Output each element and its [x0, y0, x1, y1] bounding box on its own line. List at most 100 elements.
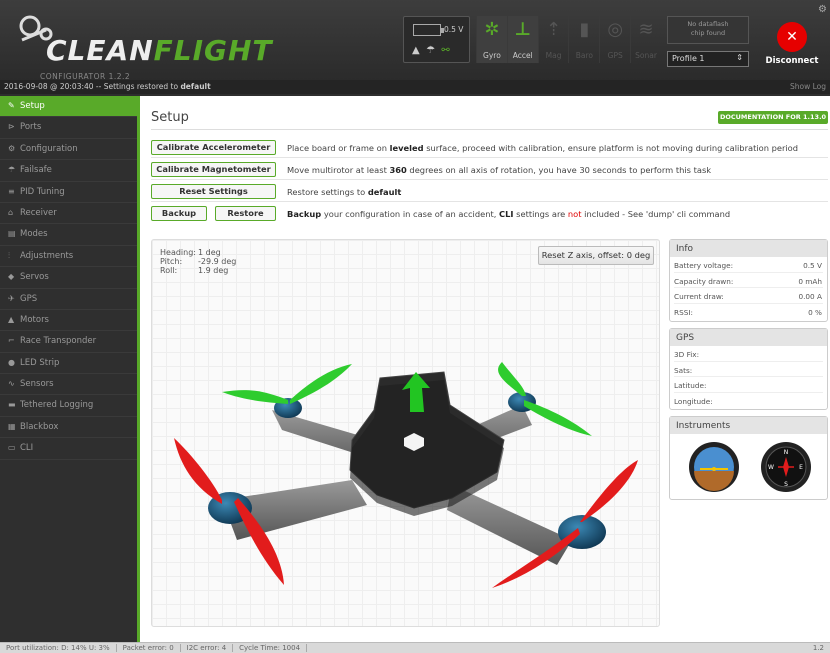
- prop-rear-right: [580, 460, 638, 522]
- baro-icon: ▮: [579, 19, 590, 40]
- blackbox-icon: ▦: [8, 421, 16, 431]
- sensor-baro: ▮ Baro: [568, 16, 599, 63]
- info-title: Info: [670, 240, 827, 257]
- sidebar-item-sensors[interactable]: ∿ Sensors: [0, 374, 137, 396]
- gps-panel: GPS 3D Fix: Sats: Latitude: Longitude:: [669, 328, 828, 410]
- battery-status: 0.5 V ▲ ☂ ⚯: [403, 16, 470, 63]
- sensor-gyro: ✲ Gyro: [476, 16, 507, 63]
- attitude-indicator-icon: [689, 442, 739, 492]
- sensor-accel: ⊥ Accel: [506, 16, 538, 63]
- profile-select[interactable]: Profile 1 ⇕: [667, 51, 749, 67]
- battery-icon: [413, 24, 444, 36]
- log-bar: 2016-09-08 @ 20:03:40 -- Settings restor…: [0, 80, 830, 94]
- info-panel: Info Battery voltage: 0.5 V Capacity draw…: [669, 239, 828, 322]
- show-log-link[interactable]: Show Log: [790, 82, 826, 91]
- cycle-time: Cycle Time: 1004: [239, 644, 301, 652]
- servo-icon: ◆: [8, 272, 15, 282]
- reset-settings-button[interactable]: Reset Settings: [151, 184, 276, 199]
- calibrate-accelerometer-help: Place board or frame on leveled surface,…: [287, 143, 799, 153]
- i2c-error: I2C error: 4: [186, 644, 227, 652]
- prop-rear-left: [174, 438, 222, 504]
- info-row: Capacity drawn: 0 mAh: [674, 273, 823, 288]
- info-row: Battery voltage: 0.5 V: [674, 257, 823, 273]
- calibrate-accelerometer-button[interactable]: Calibrate Accelerometer: [151, 140, 276, 155]
- wrench-icon: ✎: [8, 101, 15, 110]
- logo-text-highlight: FLIGHT: [153, 34, 273, 67]
- reset-z-axis-button[interactable]: Reset Z axis, offset: 0 deg: [538, 246, 654, 265]
- sidebar-item-configuration[interactable]: ⚙ Configuration: [0, 139, 137, 161]
- log-message-bold: default: [180, 82, 211, 91]
- sidebar-item-cli[interactable]: ▭ CLI: [0, 438, 137, 460]
- log-icon: ▬: [8, 400, 16, 410]
- sensor-status: ✲ Gyro ⊥ Accel ⇡ Mag ▮ Baro ◎ GPS ≋ Sonar: [476, 16, 661, 63]
- svg-text:E: E: [799, 464, 803, 471]
- title-divider: [151, 129, 828, 130]
- gps-row: Latitude:: [674, 377, 823, 393]
- pitch-value: -29.9 deg: [198, 257, 237, 266]
- backup-button[interactable]: Backup: [151, 206, 207, 221]
- sidebar-item-receiver[interactable]: ⌂ Receiver: [0, 203, 137, 225]
- calibrate-magnetometer-button[interactable]: Calibrate Magnetometer: [151, 162, 276, 177]
- sidebar-item-failsafe[interactable]: ☂ Failsafe: [0, 160, 137, 182]
- sidebar-item-ports[interactable]: ⊳ Ports: [0, 117, 137, 139]
- sonar-icon: ≋: [638, 19, 654, 40]
- info-row: Current draw: 0.00 A: [674, 288, 823, 304]
- port-utilization: Port utilization: D: 14% U: 3%: [6, 644, 110, 652]
- restore-button[interactable]: Restore: [215, 206, 276, 221]
- reset-settings-row: Reset Settings Restore settings to defau…: [151, 181, 828, 202]
- calibrate-magnetometer-row: Calibrate Magnetometer Move multirotor a…: [151, 159, 828, 180]
- settings-gear-icon[interactable]: ⚙: [818, 4, 827, 15]
- reset-settings-help: Restore settings to default: [287, 187, 402, 197]
- heading-value: 1 deg: [198, 248, 221, 257]
- gps-icon: ◎: [607, 19, 624, 40]
- prop-front-right: [498, 362, 526, 396]
- status-footer: Port utilization: D: 14% U: 3% Packet err…: [0, 642, 830, 653]
- footer-version: 1.2: [812, 644, 824, 652]
- backup-restore-row: Backup Restore Backup your configuration…: [151, 203, 828, 224]
- sidebar-item-tethered-logging[interactable]: ▬ Tethered Logging: [0, 395, 137, 417]
- logo: CLEANFLIGHT CONFIGURATOR 1.2.2: [8, 12, 272, 81]
- modes-icon: ▤: [8, 229, 16, 239]
- documentation-button[interactable]: DOCUMENTATION FOR 1.13.0: [718, 111, 828, 124]
- accel-icon: ⊥: [514, 19, 531, 40]
- sensor-sonar: ≋ Sonar: [630, 16, 661, 63]
- parachute-icon: ☂: [8, 165, 16, 175]
- sidebar: ✎ Setup ⊳ Ports ⚙ Configuration ☂ Failsafe ≡…: [0, 96, 137, 642]
- sidebar-item-race-transponder[interactable]: ⌐ Race Transponder: [0, 331, 137, 353]
- sidebar-item-setup[interactable]: ✎ Setup: [0, 96, 137, 118]
- usb-disconnect-icon: ✕: [777, 22, 807, 52]
- sidebar-item-pid-tuning[interactable]: ≡ PID Tuning: [0, 182, 137, 203]
- sidebar-item-servos[interactable]: ◆ Servos: [0, 267, 137, 289]
- sidebar-item-modes[interactable]: ▤ Modes: [0, 224, 137, 246]
- led-icon: ●: [8, 357, 15, 367]
- instruments-panel: Instruments N S W E: [669, 416, 828, 500]
- backup-help: Backup your configuration in case of an …: [287, 209, 731, 219]
- motor-icon: ▲: [8, 314, 15, 324]
- gps-row: Longitude:: [674, 396, 713, 406]
- sensor-mag: ⇡ Mag: [537, 16, 569, 63]
- ports-icon: ⊳: [8, 122, 15, 132]
- warning-icon: ▲: [412, 45, 420, 56]
- sliders-icon: ≡: [8, 186, 15, 196]
- gps-title: GPS: [670, 329, 827, 346]
- battery-value: 0.5 V: [444, 25, 464, 34]
- page-title: Setup: [151, 110, 189, 125]
- sidebar-item-motors[interactable]: ▲ Motors: [0, 310, 137, 332]
- disconnect-button[interactable]: ✕ Disconnect: [762, 14, 822, 70]
- info-row: RSSI: 0 %: [674, 307, 822, 317]
- attitude-readout: Heading: 1 deg Pitch: -29.9 deg Roll: 1.9 d…: [160, 248, 237, 275]
- sidebar-item-led-strip[interactable]: ● LED Strip: [0, 353, 137, 375]
- satellite-icon: ✈: [8, 293, 15, 303]
- mag-icon: ⇡: [546, 19, 562, 40]
- gyro-icon: ✲: [484, 19, 500, 40]
- svg-text:N: N: [784, 449, 789, 456]
- dataflash-status: No dataflash chip found: [667, 16, 749, 44]
- log-message: 2016-09-08 @ 20:03:40 -- Settings restor…: [4, 82, 181, 91]
- sensor-gps: ◎ GPS: [599, 16, 630, 63]
- logo-text-main: CLEAN: [46, 34, 154, 67]
- link-icon: ⚯: [441, 45, 450, 56]
- sidebar-item-adjustments[interactable]: ⫶ Adjustments: [0, 246, 137, 268]
- quadcopter-model: [174, 362, 638, 588]
- sidebar-item-blackbox[interactable]: ▦ Blackbox: [0, 417, 137, 439]
- sidebar-item-gps[interactable]: ✈ GPS: [0, 289, 137, 310]
